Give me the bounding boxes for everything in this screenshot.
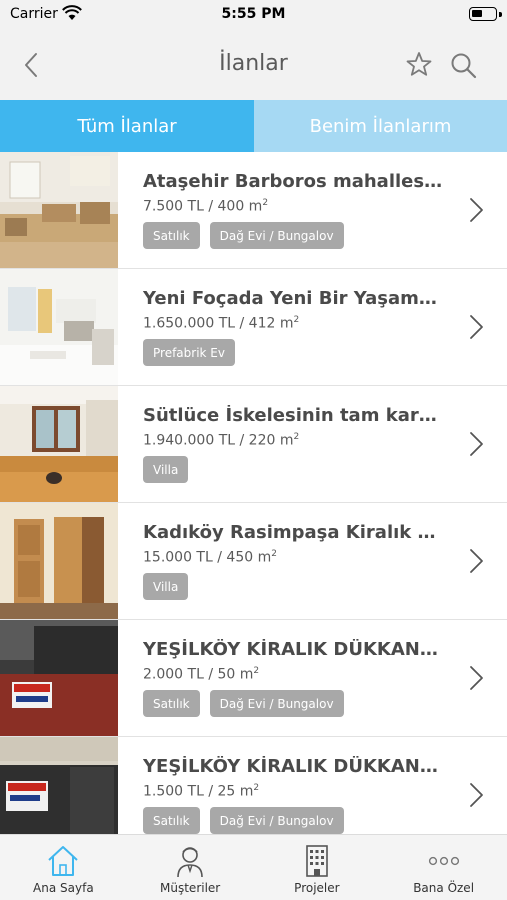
listing-price: 1.500 TL / 25 m2 bbox=[143, 783, 260, 800]
type-tag: Dağ Evi / Bungalov bbox=[209, 222, 344, 249]
tab-label: Projeler bbox=[294, 881, 340, 895]
listing-row[interactable]: Ataşehir Barboros mahallesi... 7.500 TL … bbox=[0, 152, 507, 269]
more-icon bbox=[428, 856, 459, 866]
listing-photo bbox=[0, 503, 118, 619]
chevron-right-icon bbox=[470, 549, 483, 573]
category-tag: Satılık bbox=[143, 807, 200, 834]
listing-row[interactable]: YEŞİLKÖY KİRALIK DÜKKAN İŞY... 2.000 TL … bbox=[0, 620, 507, 737]
listing-row[interactable]: YEŞİLKÖY KİRALIK DÜKKAN İŞY... 1.500 TL … bbox=[0, 737, 507, 834]
listing-photo bbox=[0, 737, 118, 834]
listing-tags: Satılık Dağ Evi / Bungalov bbox=[143, 222, 344, 249]
listing-title: YEŞİLKÖY KİRALIK DÜKKAN İŞY... bbox=[143, 756, 443, 777]
home-icon bbox=[48, 846, 79, 876]
status-bar: Carrier 5:55 PM bbox=[0, 0, 507, 30]
star-icon[interactable] bbox=[404, 50, 434, 80]
battery-icon bbox=[469, 7, 497, 21]
listing-photo bbox=[0, 386, 118, 502]
listing-tags: Villa bbox=[143, 573, 189, 600]
tab-personal[interactable]: Bana Özel bbox=[380, 835, 507, 900]
listing-row[interactable]: Sütlüce İskelesinin tam karşı... 1.940.0… bbox=[0, 386, 507, 503]
tab-label: Ana Sayfa bbox=[33, 881, 94, 895]
listing-title: Ataşehir Barboros mahallesi... bbox=[143, 171, 443, 192]
chevron-right-icon bbox=[470, 315, 483, 339]
type-tag: Villa bbox=[143, 456, 189, 483]
tab-home[interactable]: Ana Sayfa bbox=[0, 835, 127, 900]
tab-all-listings[interactable]: Tüm İlanlar bbox=[0, 100, 254, 152]
listing-tags: Villa bbox=[143, 456, 189, 483]
type-tag: Prefabrik Ev bbox=[143, 339, 235, 366]
chevron-right-icon bbox=[470, 198, 483, 222]
listing-tags: Prefabrik Ev bbox=[143, 339, 235, 366]
tab-label: Müşteriler bbox=[160, 881, 221, 895]
tab-my-listings[interactable]: Benim İlanlarım bbox=[254, 100, 507, 152]
category-tag: Satılık bbox=[143, 222, 200, 249]
listing-price: 1.940.000 TL / 220 m2 bbox=[143, 432, 300, 449]
category-tag: Satılık bbox=[143, 690, 200, 717]
type-tag: Villa bbox=[143, 573, 189, 600]
tab-customers[interactable]: Müşteriler bbox=[127, 835, 254, 900]
listing-tags: Satılık Dağ Evi / Bungalov bbox=[143, 690, 344, 717]
chevron-right-icon bbox=[470, 432, 483, 456]
listing-row[interactable]: Yeni Foçada Yeni Bir Yaşam;... 1.650.000… bbox=[0, 269, 507, 386]
listing-photo bbox=[0, 269, 118, 385]
building-icon bbox=[306, 845, 328, 877]
type-tag: Dağ Evi / Bungalov bbox=[209, 690, 344, 717]
listing-price: 7.500 TL / 400 m2 bbox=[143, 198, 269, 215]
clock: 5:55 PM bbox=[221, 6, 286, 22]
listing-price: 1.650.000 TL / 412 m2 bbox=[143, 315, 300, 332]
bottom-tab-bar: Ana Sayfa Müşteriler Projeler Bana Özel bbox=[0, 834, 507, 900]
listing-title: YEŞİLKÖY KİRALIK DÜKKAN İŞY... bbox=[143, 639, 443, 660]
battery-cap bbox=[499, 12, 502, 17]
tab-label: Bana Özel bbox=[413, 881, 475, 895]
listing-tabs: Tüm İlanlar Benim İlanlarım bbox=[0, 100, 507, 152]
type-tag: Dağ Evi / Bungalov bbox=[209, 807, 344, 834]
listing-list: Ataşehir Barboros mahallesi... 7.500 TL … bbox=[0, 152, 507, 834]
listing-title: Sütlüce İskelesinin tam karşı... bbox=[143, 405, 443, 426]
listing-tags: Satılık Dağ Evi / Bungalov bbox=[143, 807, 344, 834]
navigation-bar: İlanlar bbox=[0, 30, 507, 100]
listing-price: 2.000 TL / 50 m2 bbox=[143, 666, 260, 683]
chevron-right-icon bbox=[470, 666, 483, 690]
chevron-right-icon bbox=[470, 783, 483, 807]
listing-photo bbox=[0, 620, 118, 736]
listing-photo bbox=[0, 152, 118, 268]
listing-title: Kadıköy Rasimpaşa Kiralık K... bbox=[143, 522, 443, 543]
listing-title: Yeni Foçada Yeni Bir Yaşam;... bbox=[143, 288, 443, 309]
listing-row[interactable]: Kadıköy Rasimpaşa Kiralık K... 15.000 TL… bbox=[0, 503, 507, 620]
customer-icon bbox=[177, 847, 203, 878]
tab-projects[interactable]: Projeler bbox=[254, 835, 381, 900]
search-icon[interactable] bbox=[448, 50, 478, 80]
listing-price: 15.000 TL / 450 m2 bbox=[143, 549, 277, 566]
